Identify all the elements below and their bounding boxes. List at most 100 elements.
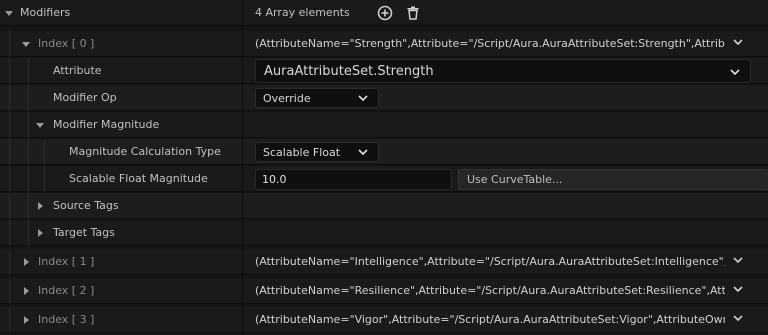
source-tags-label: Source Tags	[53, 199, 119, 212]
tree-guide	[28, 139, 29, 165]
tree-guide	[44, 166, 45, 192]
index-0-row: Index [ 0 ] (AttributeName="Strength",At…	[0, 31, 768, 57]
scalable-float-value: 10.0	[262, 173, 287, 186]
modifiers-value-cell: 4 Array elements	[243, 0, 768, 26]
tree-guide	[9, 85, 10, 111]
array-count-text: 4 Array elements	[255, 6, 350, 19]
modifiers-name-cell[interactable]: Modifiers	[0, 0, 242, 26]
collapsed-arrow-icon[interactable]	[24, 258, 29, 266]
tree-guide	[9, 307, 10, 333]
tree-guide	[28, 166, 29, 192]
index-1-name-cell[interactable]: Index [ 1 ]	[0, 249, 242, 275]
modifier-magnitude-name-cell[interactable]: Modifier Magnitude	[0, 112, 242, 138]
calc-type-row: Magnitude Calculation Type Scalable Floa…	[0, 139, 768, 165]
modifiers-label: Modifiers	[20, 6, 71, 19]
calc-type-combo[interactable]: Scalable Float	[255, 142, 379, 162]
attribute-label: Attribute	[53, 64, 102, 77]
index-0-name-cell[interactable]: Index [ 0 ]	[0, 31, 242, 57]
index-1-value: (AttributeName="Intelligence",Attribute=…	[255, 255, 725, 268]
collapsed-arrow-icon[interactable]	[24, 287, 29, 295]
expand-arrow-icon[interactable]	[22, 42, 30, 47]
chevron-down-icon[interactable]	[733, 314, 743, 322]
tree-guide	[9, 58, 10, 84]
tree-guide	[28, 193, 29, 219]
scalable-float-name-cell: Scalable Float Magnitude	[0, 166, 242, 192]
source-tags-row: Source Tags	[0, 193, 768, 219]
chevron-down-icon[interactable]	[358, 94, 368, 102]
scalable-float-row: Scalable Float Magnitude 10.0 Use CurveT…	[0, 166, 768, 192]
modifier-magnitude-value-cell	[243, 112, 768, 138]
target-tags-label: Target Tags	[53, 226, 115, 239]
index-0-value-cell: (AttributeName="Strength",Attribute="/Sc…	[243, 31, 768, 57]
attribute-combo[interactable]: AuraAttributeSet.Strength	[255, 59, 751, 83]
index-1-label: Index [ 1 ]	[38, 255, 95, 268]
tree-guide	[28, 220, 29, 246]
target-tags-name-cell[interactable]: Target Tags	[0, 220, 242, 246]
calc-type-value: Scalable Float	[263, 146, 341, 159]
attribute-name-cell: Attribute	[0, 58, 242, 84]
tree-guide	[9, 220, 10, 246]
use-curvetable-button[interactable]: Use CurveTable...	[458, 169, 768, 190]
modifier-op-combo[interactable]: Override	[255, 88, 379, 108]
index-2-row: Index [ 2 ] (AttributeName="Resilience",…	[0, 278, 768, 304]
index-3-value: (AttributeName="Vigor",Attribute="/Scrip…	[255, 313, 725, 326]
index-2-value-cell: (AttributeName="Resilience",Attribute="/…	[243, 278, 768, 304]
tree-guide	[28, 58, 29, 84]
tree-guide	[9, 193, 10, 219]
index-2-label: Index [ 2 ]	[38, 284, 95, 297]
collapsed-arrow-icon[interactable]	[24, 316, 29, 324]
add-element-icon[interactable]	[377, 5, 393, 21]
attribute-value: AuraAttributeSet.Strength	[264, 64, 434, 79]
chevron-down-icon[interactable]	[730, 68, 740, 76]
modifier-op-name-cell: Modifier Op	[0, 85, 242, 111]
index-3-label: Index [ 3 ]	[38, 313, 95, 326]
calc-type-name-cell: Magnitude Calculation Type	[0, 139, 242, 165]
tree-guide	[9, 31, 10, 57]
chevron-down-icon[interactable]	[358, 148, 368, 156]
expand-arrow-icon[interactable]	[36, 123, 44, 128]
scalable-float-value-cell: 10.0 Use CurveTable...	[243, 166, 768, 192]
tree-guide	[28, 112, 29, 138]
tree-guide	[9, 166, 10, 192]
tree-guide	[44, 139, 45, 165]
index-3-value-cell: (AttributeName="Vigor",Attribute="/Scrip…	[243, 307, 768, 333]
index-0-value: (AttributeName="Strength",Attribute="/Sc…	[255, 37, 725, 50]
attribute-value-cell: AuraAttributeSet.Strength	[243, 58, 768, 84]
modifier-op-row: Modifier Op Override	[0, 85, 768, 111]
calc-type-value-cell: Scalable Float	[243, 139, 768, 165]
tree-guide	[28, 85, 29, 111]
source-tags-value-cell	[243, 193, 768, 219]
collapsed-arrow-icon[interactable]	[38, 229, 43, 237]
tree-guide	[9, 278, 10, 304]
modifier-op-label: Modifier Op	[53, 91, 117, 104]
trash-icon[interactable]	[405, 5, 421, 21]
index-2-name-cell[interactable]: Index [ 2 ]	[0, 278, 242, 304]
index-3-row: Index [ 3 ] (AttributeName="Vigor",Attri…	[0, 307, 768, 333]
scalable-float-label: Scalable Float Magnitude	[69, 172, 208, 185]
index-2-value: (AttributeName="Resilience",Attribute="/…	[255, 284, 725, 297]
attribute-row: Attribute AuraAttributeSet.Strength	[0, 58, 768, 84]
collapsed-arrow-icon[interactable]	[38, 202, 43, 210]
scalable-float-input[interactable]: 10.0	[255, 169, 452, 190]
modifier-magnitude-label: Modifier Magnitude	[53, 118, 160, 131]
modifiers-row: Modifiers 4 Array elements	[0, 0, 768, 26]
index-0-label: Index [ 0 ]	[38, 37, 95, 50]
calc-type-label: Magnitude Calculation Type	[69, 145, 221, 158]
target-tags-row: Target Tags	[0, 220, 768, 246]
target-tags-value-cell	[243, 220, 768, 246]
expand-arrow-icon[interactable]	[5, 11, 13, 16]
index-3-name-cell[interactable]: Index [ 3 ]	[0, 307, 242, 333]
chevron-down-icon[interactable]	[733, 285, 743, 293]
tree-guide	[9, 139, 10, 165]
index-1-value-cell: (AttributeName="Intelligence",Attribute=…	[243, 249, 768, 275]
tree-guide	[9, 112, 10, 138]
modifier-op-value-cell: Override	[243, 85, 768, 111]
source-tags-name-cell[interactable]: Source Tags	[0, 193, 242, 219]
tree-guide	[9, 249, 10, 275]
chevron-down-icon[interactable]	[733, 256, 743, 264]
modifier-op-value: Override	[263, 92, 311, 105]
modifier-magnitude-row: Modifier Magnitude	[0, 112, 768, 138]
index-1-row: Index [ 1 ] (AttributeName="Intelligence…	[0, 249, 768, 275]
chevron-down-icon[interactable]	[733, 38, 743, 46]
use-curvetable-label: Use CurveTable...	[467, 173, 563, 186]
